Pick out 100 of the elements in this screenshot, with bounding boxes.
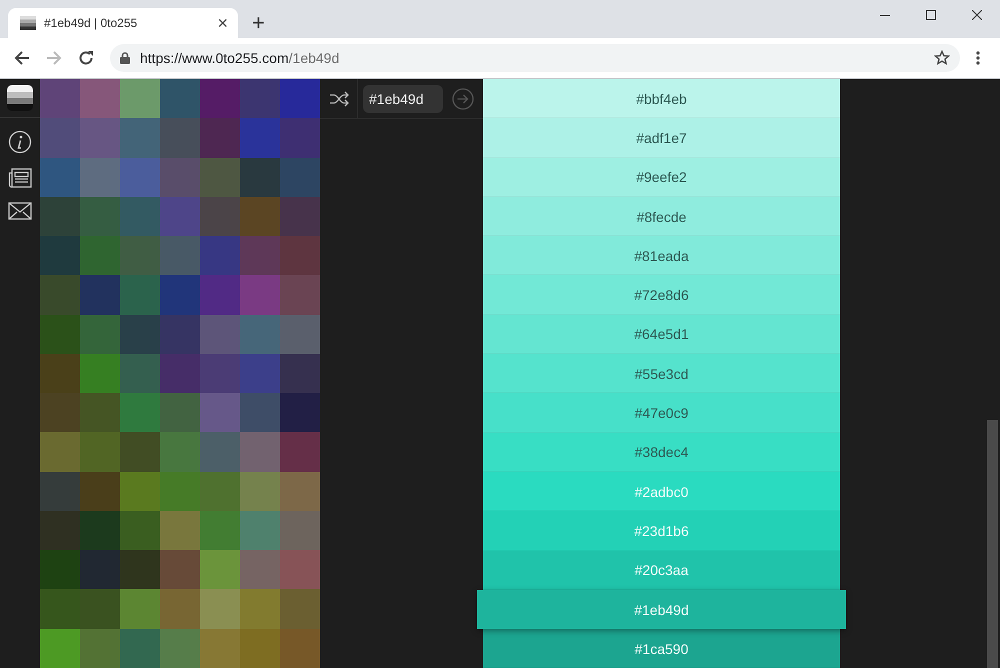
color-swatch[interactable]: [280, 432, 320, 472]
color-swatch[interactable]: [120, 628, 160, 668]
color-swatch[interactable]: [160, 589, 200, 629]
color-swatch[interactable]: [120, 314, 160, 354]
new-tab-button[interactable]: +: [252, 12, 265, 34]
color-swatch[interactable]: [40, 118, 80, 158]
color-swatch[interactable]: [80, 118, 120, 158]
color-swatch[interactable]: [240, 196, 280, 236]
color-swatch[interactable]: [200, 472, 240, 511]
info-icon[interactable]: [8, 130, 32, 154]
color-swatch[interactable]: [120, 393, 160, 432]
color-swatch[interactable]: [200, 550, 240, 590]
color-swatch[interactable]: [40, 236, 80, 276]
color-swatch[interactable]: [240, 158, 280, 197]
color-swatch[interactable]: [120, 589, 160, 629]
color-swatch[interactable]: [240, 628, 280, 668]
tab-close-button[interactable]: ×: [217, 14, 228, 32]
color-swatch[interactable]: [120, 550, 160, 590]
color-swatch[interactable]: [200, 158, 240, 197]
color-swatch[interactable]: [240, 550, 280, 590]
shade-row[interactable]: #bbf4eb: [483, 79, 840, 118]
color-swatch[interactable]: [200, 628, 240, 668]
color-swatch[interactable]: [240, 79, 280, 118]
color-swatch[interactable]: [80, 314, 120, 354]
color-swatch[interactable]: [280, 510, 320, 550]
color-swatch[interactable]: [80, 354, 120, 394]
color-swatch[interactable]: [40, 79, 80, 118]
color-swatch[interactable]: [240, 354, 280, 394]
color-swatch[interactable]: [240, 393, 280, 432]
shade-row[interactable]: #81eada: [483, 236, 840, 276]
color-swatch[interactable]: [160, 550, 200, 590]
color-swatch[interactable]: [40, 628, 80, 668]
color-swatch[interactable]: [280, 628, 320, 668]
color-swatch[interactable]: [40, 472, 80, 511]
color-swatch[interactable]: [240, 589, 280, 629]
color-swatch[interactable]: [80, 236, 120, 276]
color-swatch[interactable]: [40, 550, 80, 590]
color-swatch[interactable]: [80, 550, 120, 590]
color-swatch[interactable]: [40, 432, 80, 472]
shade-row[interactable]: #47e0c9: [483, 393, 840, 433]
color-swatch[interactable]: [40, 589, 80, 629]
shade-row[interactable]: #38dec4: [483, 432, 840, 472]
shade-row[interactable]: #1ca590: [483, 629, 840, 668]
color-swatch[interactable]: [200, 354, 240, 394]
color-swatch[interactable]: [120, 432, 160, 472]
color-swatch[interactable]: [160, 79, 200, 118]
color-swatch[interactable]: [280, 550, 320, 590]
color-swatch[interactable]: [200, 314, 240, 354]
color-swatch[interactable]: [80, 432, 120, 472]
color-swatch[interactable]: [280, 589, 320, 629]
color-swatch[interactable]: [280, 79, 320, 118]
color-swatch[interactable]: [160, 314, 200, 354]
shade-row[interactable]: #9eefe2: [483, 158, 840, 197]
color-swatch[interactable]: [160, 432, 200, 472]
color-swatch[interactable]: [200, 432, 240, 472]
color-swatch[interactable]: [80, 472, 120, 511]
color-swatch[interactable]: [80, 393, 120, 432]
color-swatch[interactable]: [200, 118, 240, 158]
color-swatch[interactable]: [240, 275, 280, 315]
color-swatch[interactable]: [280, 314, 320, 354]
color-swatch[interactable]: [200, 510, 240, 550]
color-swatch[interactable]: [40, 314, 80, 354]
color-swatch[interactable]: [200, 196, 240, 236]
color-swatch[interactable]: [160, 158, 200, 197]
shade-row[interactable]: #adf1e7: [483, 118, 840, 158]
newspaper-icon[interactable]: [8, 168, 32, 188]
color-swatch[interactable]: [120, 510, 160, 550]
color-swatch[interactable]: [80, 589, 120, 629]
color-swatch[interactable]: [240, 118, 280, 158]
color-swatch[interactable]: [280, 118, 320, 158]
color-swatch[interactable]: [80, 510, 120, 550]
color-swatch[interactable]: [200, 275, 240, 315]
color-swatch[interactable]: [160, 236, 200, 276]
address-bar[interactable]: https://www.0to255.com/1eb49d: [110, 44, 960, 72]
color-swatch[interactable]: [80, 158, 120, 197]
color-swatch[interactable]: [200, 589, 240, 629]
envelope-icon[interactable]: [8, 202, 32, 220]
color-swatch[interactable]: [280, 236, 320, 276]
bookmark-star-button[interactable]: [934, 50, 950, 66]
color-swatch[interactable]: [240, 472, 280, 511]
hex-input-field[interactable]: #1eb49d: [363, 84, 443, 112]
color-swatch[interactable]: [200, 236, 240, 276]
color-swatch[interactable]: [240, 314, 280, 354]
color-swatch[interactable]: [160, 393, 200, 432]
color-swatch[interactable]: [40, 354, 80, 394]
shade-row[interactable]: #64e5d1: [483, 314, 840, 354]
arrow-right-circle-icon[interactable]: [452, 88, 474, 110]
color-swatch[interactable]: [80, 628, 120, 668]
color-swatch[interactable]: [280, 158, 320, 197]
color-swatch[interactable]: [160, 354, 200, 394]
color-swatch[interactable]: [40, 196, 80, 236]
color-swatch[interactable]: [120, 158, 160, 197]
shuffle-icon[interactable]: [328, 90, 348, 106]
color-swatch[interactable]: [280, 275, 320, 315]
color-swatch[interactable]: [120, 118, 160, 158]
color-swatch[interactable]: [80, 196, 120, 236]
color-swatch[interactable]: [40, 158, 80, 197]
color-swatch[interactable]: [280, 393, 320, 432]
color-swatch[interactable]: [120, 472, 160, 511]
color-swatch[interactable]: [120, 275, 160, 315]
